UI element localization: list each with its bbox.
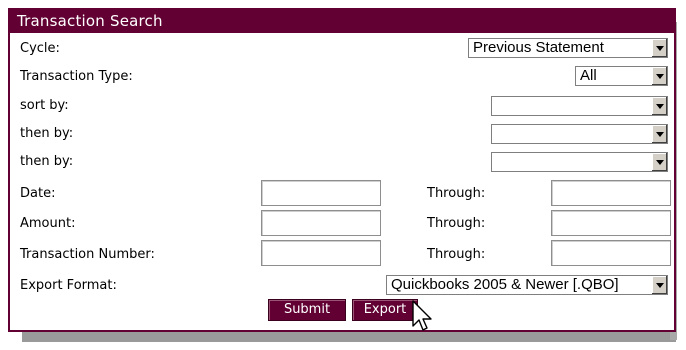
- chevron-down-icon[interactable]: [651, 39, 667, 57]
- date-through-input[interactable]: [551, 180, 671, 206]
- amount-through-input[interactable]: [551, 210, 671, 236]
- sort-by-label: sort by:: [20, 98, 69, 113]
- export-button[interactable]: Export: [352, 299, 418, 321]
- transaction-number-through-label: Through:: [427, 247, 486, 262]
- amount-from-input[interactable]: [261, 210, 381, 236]
- transaction-number-label: Transaction Number:: [20, 247, 155, 262]
- then-by-1-select[interactable]: [491, 124, 668, 144]
- amount-through-label: Through:: [427, 216, 486, 231]
- cycle-label: Cycle:: [20, 41, 60, 56]
- transaction-type-select[interactable]: All: [575, 66, 668, 86]
- export-format-value: Quickbooks 2005 & Newer [.QBO]: [391, 276, 619, 293]
- cycle-select[interactable]: Previous Statement: [468, 38, 668, 58]
- date-label: Date:: [20, 186, 56, 201]
- amount-label: Amount:: [20, 216, 76, 231]
- date-from-input[interactable]: [261, 180, 381, 206]
- mouse-pointer-icon: [412, 300, 432, 331]
- transaction-number-from-input[interactable]: [261, 240, 381, 266]
- panel-shadow: [22, 332, 676, 342]
- then-by-1-label: then by:: [20, 126, 74, 141]
- chevron-down-icon[interactable]: [651, 67, 667, 85]
- chevron-down-icon[interactable]: [651, 153, 667, 171]
- chevron-down-icon[interactable]: [651, 97, 667, 115]
- panel-title: Transaction Search: [10, 10, 674, 33]
- transaction-number-through-input[interactable]: [551, 240, 671, 266]
- submit-button[interactable]: Submit: [268, 299, 346, 321]
- then-by-2-select[interactable]: [491, 152, 668, 172]
- transaction-type-label: Transaction Type:: [20, 69, 133, 84]
- chevron-down-icon[interactable]: [651, 125, 667, 143]
- date-through-label: Through:: [427, 186, 486, 201]
- export-format-select[interactable]: Quickbooks 2005 & Newer [.QBO]: [386, 275, 668, 295]
- transaction-search-panel: Transaction Search Cycle: Previous State…: [8, 8, 676, 332]
- sort-by-select[interactable]: [491, 96, 668, 116]
- cycle-select-value: Previous Statement: [473, 39, 604, 56]
- then-by-2-label: then by:: [20, 154, 74, 169]
- export-format-label: Export Format:: [20, 278, 117, 293]
- chevron-down-icon[interactable]: [651, 276, 667, 294]
